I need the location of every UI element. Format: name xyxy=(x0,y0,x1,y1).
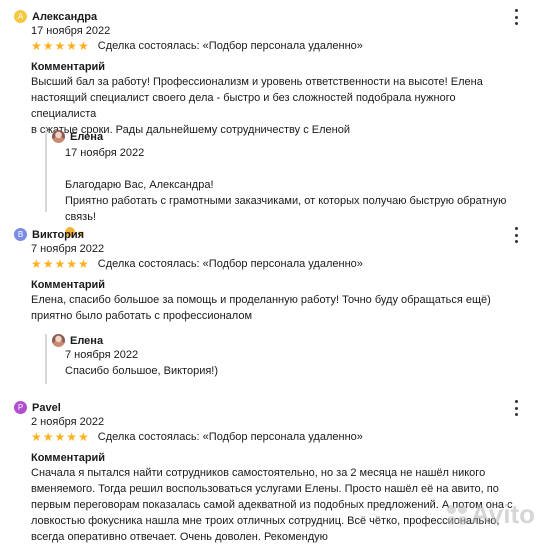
comment-text: Высший бал за работу! Профессионализм и … xyxy=(31,76,483,136)
review-date: 17 ноября 2022 xyxy=(31,25,111,37)
review-author-row: P Pavel xyxy=(14,401,61,414)
more-options-icon[interactable] xyxy=(513,9,519,25)
comment-text: Елена, спасибо большое за помощь и проде… xyxy=(31,294,491,322)
deal-row: ★★★★★ Сделка состоялась: «Подбор персона… xyxy=(31,258,363,270)
review-author-name[interactable]: Виктория xyxy=(32,229,84,241)
review-date: 2 ноября 2022 xyxy=(31,416,105,428)
reply-author-row: Елена xyxy=(52,130,103,143)
deal-row: ★★★★★ Сделка состоялась: «Подбор персона… xyxy=(31,431,363,443)
avatar[interactable] xyxy=(52,130,65,143)
deal-title: Сделка состоялась: «Подбор персонала уда… xyxy=(97,40,363,52)
avatar[interactable]: А xyxy=(14,10,27,23)
rating-stars: ★★★★★ xyxy=(31,39,90,53)
rating-stars: ★★★★★ xyxy=(31,257,90,271)
reply-author-name[interactable]: Елена xyxy=(70,335,103,347)
seller-reply: Елена 7 ноября 2022 Спасибо большое, Вик… xyxy=(45,334,527,384)
rating-stars: ★★★★★ xyxy=(31,430,90,444)
avito-watermark: Avito xyxy=(446,499,535,530)
reply-author-row: Елена xyxy=(52,334,103,347)
reply-text: Спасибо большое, Виктория!) xyxy=(65,365,219,377)
reply-text: Благодарю Вас, Александра! Приятно работ… xyxy=(65,161,515,243)
deal-title: Сделка состоялась: «Подбор персонала уда… xyxy=(97,431,363,443)
seller-reply: Елена 17 ноября 2022 Благодарю Вас, Алек… xyxy=(45,130,527,240)
deal-title: Сделка состоялась: «Подбор персонала уда… xyxy=(97,258,363,270)
review-author-row: В Виктория xyxy=(14,228,84,241)
reply-date: 7 ноября 2022 xyxy=(65,349,139,361)
comment-label: Комментарий xyxy=(31,61,106,73)
review-author-name[interactable]: Александра xyxy=(32,11,97,23)
avito-logo-icon xyxy=(446,504,468,526)
comment-label: Комментарий xyxy=(31,452,106,464)
watermark-text: Avito xyxy=(470,499,535,529)
review-date: 7 ноября 2022 xyxy=(31,243,105,255)
deal-row: ★★★★★ Сделка состоялась: «Подбор персона… xyxy=(31,40,363,52)
more-options-icon[interactable] xyxy=(513,227,519,243)
avatar[interactable]: P xyxy=(14,401,27,414)
review-author-name[interactable]: Pavel xyxy=(32,402,61,414)
reply-date: 17 ноября 2022 xyxy=(65,147,145,159)
comment-label: Комментарий xyxy=(31,279,106,291)
review-author-row: А Александра xyxy=(14,10,97,23)
avatar[interactable]: В xyxy=(14,228,27,241)
avatar[interactable] xyxy=(52,334,65,347)
more-options-icon[interactable] xyxy=(513,400,519,416)
reply-text-body: Благодарю Вас, Александра! Приятно работ… xyxy=(65,179,507,223)
reply-author-name[interactable]: Елена xyxy=(70,131,103,143)
